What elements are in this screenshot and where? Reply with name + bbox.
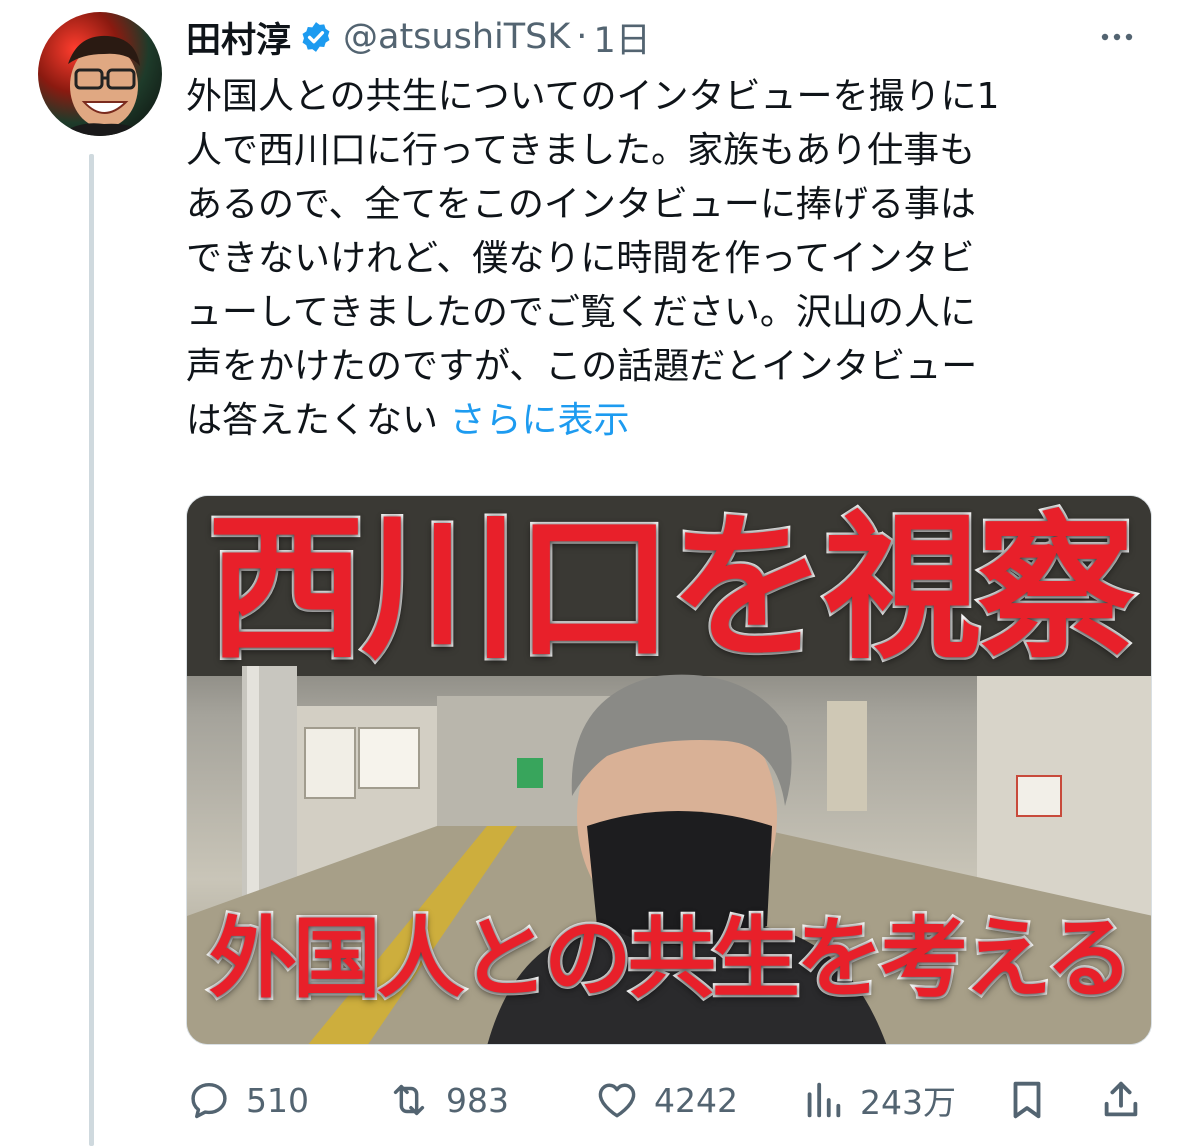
tweet-text-line: は答えたくない bbox=[186, 400, 439, 441]
bookmark-button[interactable] bbox=[1004, 1068, 1050, 1132]
more-options-icon[interactable] bbox=[1095, 20, 1139, 54]
retweet-count: 983 bbox=[446, 1080, 509, 1120]
tweet-text-line: できないけれど、僕なりに時間を作ってインタビ bbox=[186, 238, 975, 279]
handle[interactable]: @atsushiTSK bbox=[343, 17, 570, 57]
bookmark-icon bbox=[1013, 1081, 1041, 1119]
analytics-icon bbox=[807, 1082, 841, 1118]
reply-icon bbox=[191, 1082, 227, 1119]
reply-button[interactable]: 510 bbox=[186, 1068, 309, 1132]
tweet-text-line: 人で西川口に行ってきました。家族もあり仕事も bbox=[186, 130, 976, 171]
video-thumbnail[interactable]: 西川口を視察 外国人との共生を考える bbox=[186, 495, 1152, 1045]
avatar[interactable] bbox=[38, 12, 162, 136]
tweet-text-line: ューしてきましたのでご覧ください。沢山の人に bbox=[186, 292, 976, 333]
share-icon bbox=[1104, 1081, 1138, 1117]
like-button[interactable]: 4242 bbox=[594, 1068, 738, 1132]
views-button[interactable]: 243万 bbox=[800, 1068, 956, 1132]
retweet-button[interactable]: 983 bbox=[386, 1068, 509, 1132]
tweet: 田村淳 @atsushiTSK · 1日 外国人との共生についてのインタビューを… bbox=[0, 0, 1179, 1146]
tweet-text: 外国人との共生についてのインタビューを撮りに1 人で西川口に行ってきました。家族… bbox=[186, 70, 1146, 448]
reply-count: 510 bbox=[246, 1080, 309, 1120]
tweet-header: 田村淳 @atsushiTSK · 1日 bbox=[186, 12, 1149, 62]
tweet-text-line: 声をかけたのですが、この話題だとインタビュー bbox=[186, 346, 978, 387]
like-count: 4242 bbox=[654, 1080, 738, 1120]
action-bar: 510 983 4242 243万 bbox=[186, 1068, 1152, 1132]
tweet-text-line: あるので、全てをこのインタビューに捧げる事は bbox=[186, 184, 976, 225]
retweet-icon bbox=[393, 1084, 425, 1116]
timestamp[interactable]: 1日 bbox=[593, 12, 650, 63]
heart-icon bbox=[598, 1083, 636, 1118]
display-name[interactable]: 田村淳 bbox=[186, 12, 291, 63]
view-count: 243万 bbox=[860, 1083, 956, 1122]
verified-badge-icon bbox=[302, 22, 330, 52]
show-more-link[interactable]: さらに表示 bbox=[449, 400, 629, 441]
thumbnail-subtitle: 外国人との共生を考える bbox=[206, 905, 1135, 1013]
tweet-text-line: 外国人との共生についてのインタビューを撮りに1 bbox=[186, 76, 1000, 117]
separator-dot: · bbox=[576, 17, 588, 57]
thread-line bbox=[89, 154, 94, 1146]
share-button[interactable] bbox=[1098, 1068, 1144, 1132]
profile-photo-icon bbox=[58, 35, 148, 136]
thumbnail-title: 西川口を視察 bbox=[205, 497, 1138, 681]
tweet-text-last-line: は答えたくない さらに表示 bbox=[186, 394, 1146, 448]
